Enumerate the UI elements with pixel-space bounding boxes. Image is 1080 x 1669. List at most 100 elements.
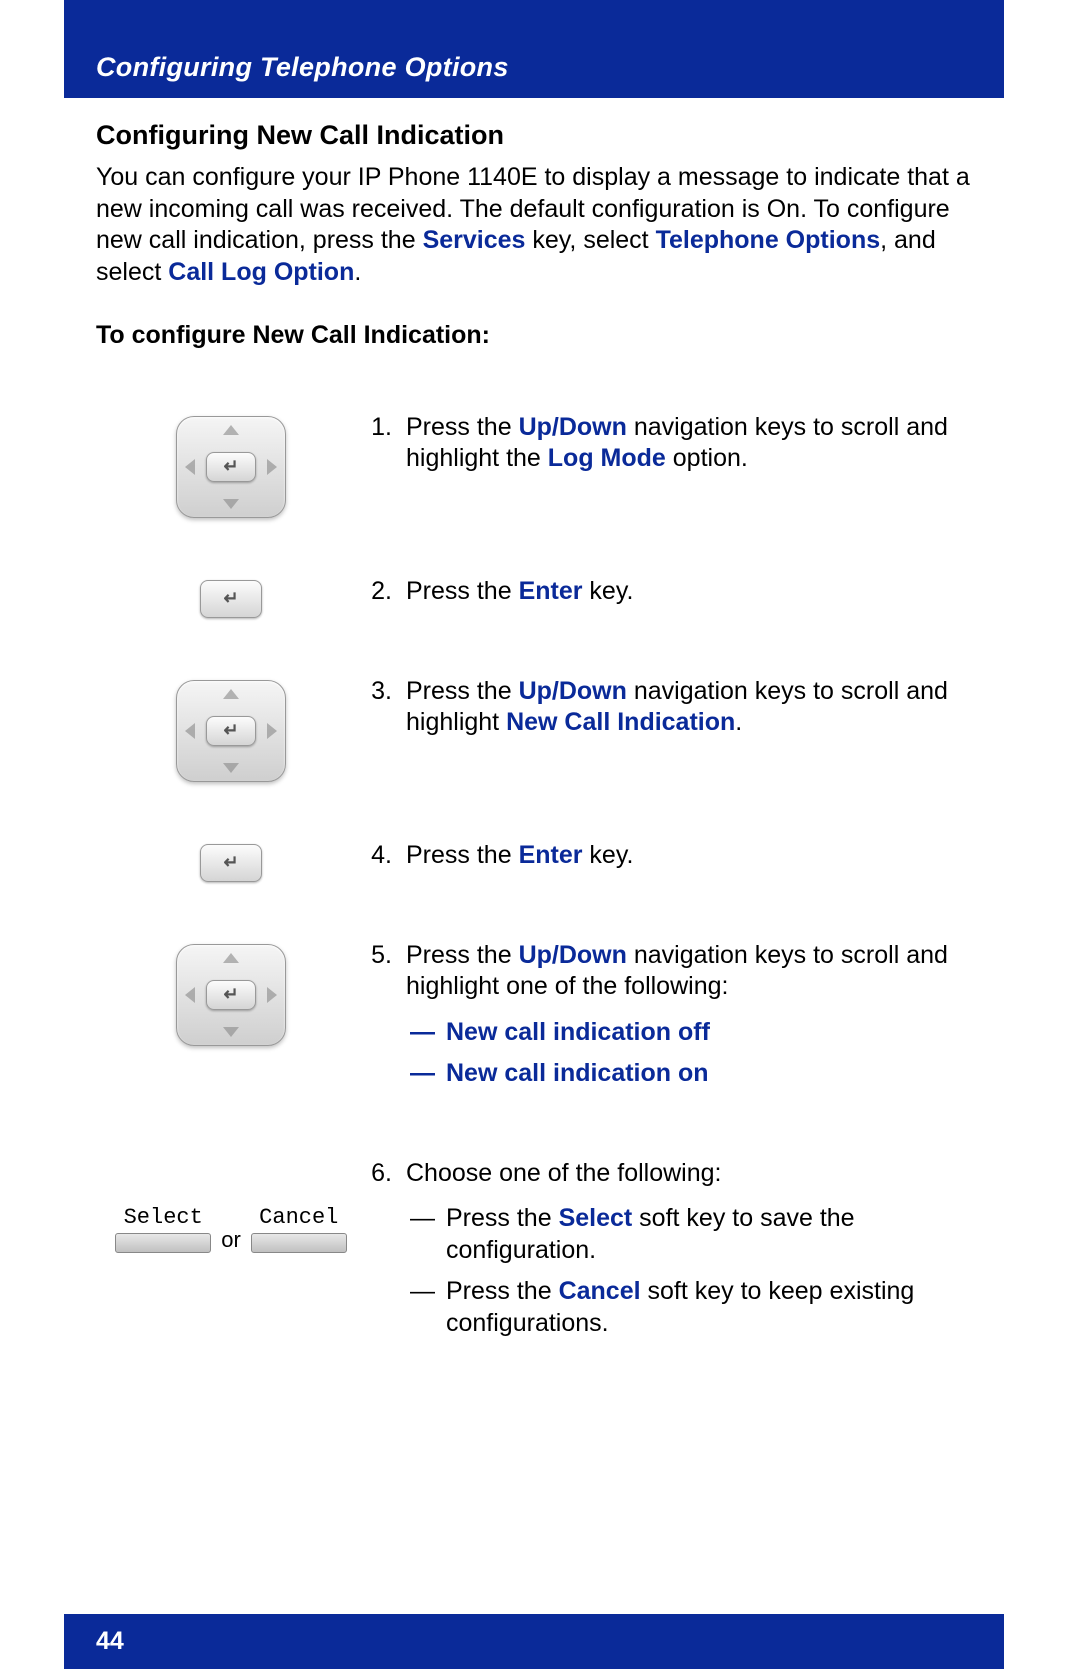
step-sublist: — New call indication off — New call ind… — [406, 1017, 976, 1090]
step-number: 1. — [366, 412, 406, 475]
step-text-segment: Log Mode — [548, 444, 666, 472]
step-text-segment: . — [735, 708, 742, 736]
enter-arrow-icon: ↵ — [223, 587, 238, 610]
step-number: 3. — [366, 676, 406, 739]
step-text-segment: New Call Indication — [506, 708, 735, 736]
step-text-col: 4. Press the Enter key. — [366, 840, 976, 872]
step-row: ↵ 4. Press the Enter key. — [96, 840, 976, 882]
step-body: Press the Enter key. — [406, 840, 976, 872]
step-icon-col: Select or Cancel — [96, 1158, 366, 1254]
chevron-left-icon — [185, 987, 195, 1003]
page-content: Configuring New Call Indication You can … — [96, 118, 976, 1407]
step-number: 6. — [366, 1158, 406, 1350]
step-text-segment: Enter — [519, 577, 583, 605]
step-text-segment: Press the — [406, 941, 519, 969]
chevron-up-icon — [223, 689, 239, 699]
step-text-segment: Up/Down — [519, 413, 627, 441]
step-icon-col: ↵ — [96, 576, 366, 618]
section-title: Configuring New Call Indication — [96, 118, 976, 152]
softkeys-icon: Select or Cancel — [115, 1204, 347, 1254]
sublist-item: — Press the Select soft key to save the … — [406, 1203, 976, 1266]
sublist-text: Press the Select soft key to save the co… — [446, 1203, 976, 1266]
step-text-segment: Press the — [406, 677, 519, 705]
step-text-col: 2. Press the Enter key. — [366, 576, 976, 608]
chevron-up-icon — [223, 425, 239, 435]
dash-icon: — — [406, 1276, 446, 1339]
sublist-item: — New call indication off — [406, 1017, 976, 1049]
step-text-segment: Up/Down — [519, 677, 627, 705]
step-text-col: 5. Press the Up/Down navigation keys to … — [366, 940, 976, 1100]
step-text-segment: Cancel — [559, 1277, 641, 1305]
select-softkey: Select — [115, 1204, 211, 1254]
chevron-down-icon — [223, 499, 239, 509]
step-row: ↵ 1. Press the Up/Down navigation keys t… — [96, 412, 976, 518]
enter-arrow-icon: ↵ — [223, 719, 238, 742]
cancel-label: Cancel — [259, 1204, 338, 1232]
steps-list: ↵ 1. Press the Up/Down navigation keys t… — [96, 412, 976, 1350]
step-icon-col: ↵ — [96, 676, 366, 782]
step-icon-col: ↵ — [96, 940, 366, 1046]
enter-button-icon: ↵ — [206, 452, 256, 482]
footer-band: 44 — [64, 1614, 1004, 1669]
sublist-text: Press the Cancel soft key to keep existi… — [446, 1276, 976, 1339]
header-band: Configuring Telephone Options — [64, 0, 1004, 98]
or-text: or — [221, 1226, 241, 1254]
cancel-button-icon — [251, 1233, 347, 1253]
step-row: ↵ 5. Press the Up/Down navigation keys t… — [96, 940, 976, 1100]
intro-text-2: key, select — [525, 226, 655, 254]
step-body: Press the Up/Down navigation keys to scr… — [406, 676, 976, 739]
nav-pad-icon: ↵ — [176, 416, 286, 518]
chevron-down-icon — [223, 1027, 239, 1037]
page-number: 44 — [96, 1627, 124, 1656]
step-text-segment: Press the — [406, 413, 519, 441]
step-number: 2. — [366, 576, 406, 608]
step-sublist: — Press the Select soft key to save the … — [406, 1203, 976, 1339]
step-body: Press the Up/Down navigation keys to scr… — [406, 940, 976, 1100]
step-icon-col: ↵ — [96, 840, 366, 882]
step-text-segment: Up/Down — [519, 941, 627, 969]
cancel-softkey: Cancel — [251, 1204, 347, 1254]
intro-paragraph: You can configure your IP Phone 1140E to… — [96, 162, 976, 288]
dash-icon: — — [406, 1017, 446, 1049]
enter-button-icon: ↵ — [206, 716, 256, 746]
dash-icon: — — [406, 1058, 446, 1090]
dash-icon: — — [406, 1203, 446, 1266]
enter-arrow-icon: ↵ — [223, 851, 238, 874]
header-title: Configuring Telephone Options — [64, 0, 1004, 83]
step-text-segment: Select — [559, 1204, 633, 1232]
step-text-segment: key. — [582, 841, 633, 869]
step-number: 4. — [366, 840, 406, 872]
kw-telephone-options: Telephone Options — [656, 226, 881, 254]
step-text-segment: Press the — [406, 841, 519, 869]
kw-services: Services — [423, 226, 526, 254]
enter-key-icon: ↵ — [200, 580, 262, 618]
step-row: Select or Cancel 6. Choose one of the fo… — [96, 1158, 976, 1350]
chevron-down-icon — [223, 763, 239, 773]
sublist-item: — Press the Cancel soft key to keep exis… — [406, 1276, 976, 1339]
step-body: Press the Up/Down navigation keys to scr… — [406, 412, 976, 475]
step-text-segment: Press the — [446, 1204, 559, 1232]
select-label: Select — [124, 1204, 203, 1232]
step-text-segment: option. — [666, 444, 748, 472]
nav-pad-icon: ↵ — [176, 944, 286, 1046]
chevron-right-icon — [267, 459, 277, 475]
chevron-right-icon — [267, 723, 277, 739]
step-icon-col: ↵ — [96, 412, 366, 518]
step-number: 5. — [366, 940, 406, 1100]
kw-call-log-option: Call Log Option — [168, 258, 354, 286]
sublist-text: New call indication on — [446, 1058, 976, 1090]
enter-key-icon: ↵ — [200, 844, 262, 882]
chevron-left-icon — [185, 459, 195, 475]
procedure-heading: To configure New Call Indication: — [96, 320, 976, 352]
sublist-text: New call indication off — [446, 1017, 976, 1049]
enter-arrow-icon: ↵ — [223, 983, 238, 1006]
step-row: ↵ 3. Press the Up/Down navigation keys t… — [96, 676, 976, 782]
nav-pad-icon: ↵ — [176, 680, 286, 782]
select-button-icon — [115, 1233, 211, 1253]
step-text-segment: Enter — [519, 841, 583, 869]
enter-arrow-icon: ↵ — [223, 455, 238, 478]
step-text-col: 3. Press the Up/Down navigation keys to … — [366, 676, 976, 739]
step-body: Press the Enter key. — [406, 576, 976, 608]
step-text-segment: Press the — [446, 1277, 559, 1305]
step-text-segment: Choose one of the following: — [406, 1159, 722, 1187]
